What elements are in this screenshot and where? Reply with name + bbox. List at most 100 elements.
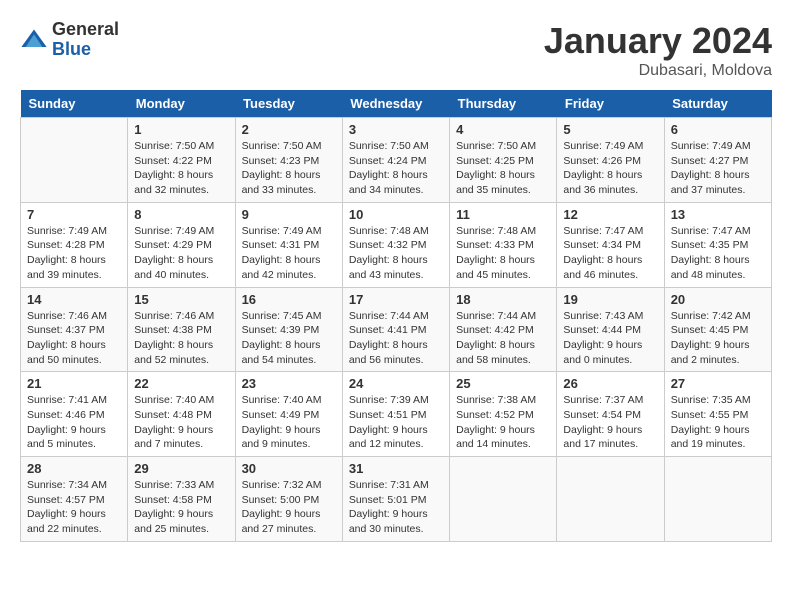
day-number: 18 (456, 292, 550, 307)
day-number: 24 (349, 376, 443, 391)
logo-blue: Blue (52, 40, 119, 60)
day-info: Sunrise: 7:48 AMSunset: 4:33 PMDaylight:… (456, 224, 550, 283)
day-info: Sunrise: 7:42 AMSunset: 4:45 PMDaylight:… (671, 309, 765, 368)
day-info: Sunrise: 7:40 AMSunset: 4:49 PMDaylight:… (242, 393, 336, 452)
calendar-cell: 1 Sunrise: 7:50 AMSunset: 4:22 PMDayligh… (128, 118, 235, 203)
calendar-cell: 14 Sunrise: 7:46 AMSunset: 4:37 PMDaylig… (21, 287, 128, 372)
calendar-cell (664, 457, 771, 542)
day-info: Sunrise: 7:50 AMSunset: 4:24 PMDaylight:… (349, 139, 443, 198)
calendar-cell: 28 Sunrise: 7:34 AMSunset: 4:57 PMDaylig… (21, 457, 128, 542)
title-area: January 2024 Dubasari, Moldova (544, 20, 772, 80)
day-info: Sunrise: 7:49 AMSunset: 4:27 PMDaylight:… (671, 139, 765, 198)
day-info: Sunrise: 7:47 AMSunset: 4:34 PMDaylight:… (563, 224, 657, 283)
location: Dubasari, Moldova (544, 62, 772, 80)
calendar-cell: 27 Sunrise: 7:35 AMSunset: 4:55 PMDaylig… (664, 372, 771, 457)
day-info: Sunrise: 7:50 AMSunset: 4:25 PMDaylight:… (456, 139, 550, 198)
calendar-cell: 29 Sunrise: 7:33 AMSunset: 4:58 PMDaylig… (128, 457, 235, 542)
day-number: 31 (349, 461, 443, 476)
day-number: 7 (27, 207, 121, 222)
calendar-cell: 8 Sunrise: 7:49 AMSunset: 4:29 PMDayligh… (128, 202, 235, 287)
day-number: 8 (134, 207, 228, 222)
calendar-week-row: 21 Sunrise: 7:41 AMSunset: 4:46 PMDaylig… (21, 372, 772, 457)
day-number: 13 (671, 207, 765, 222)
day-number: 19 (563, 292, 657, 307)
weekday-header: Thursday (450, 90, 557, 118)
calendar-cell: 3 Sunrise: 7:50 AMSunset: 4:24 PMDayligh… (342, 118, 449, 203)
day-info: Sunrise: 7:34 AMSunset: 4:57 PMDaylight:… (27, 478, 121, 537)
day-number: 21 (27, 376, 121, 391)
weekday-header-row: SundayMondayTuesdayWednesdayThursdayFrid… (21, 90, 772, 118)
calendar-cell (21, 118, 128, 203)
day-info: Sunrise: 7:41 AMSunset: 4:46 PMDaylight:… (27, 393, 121, 452)
day-info: Sunrise: 7:50 AMSunset: 4:22 PMDaylight:… (134, 139, 228, 198)
calendar-cell: 11 Sunrise: 7:48 AMSunset: 4:33 PMDaylig… (450, 202, 557, 287)
day-number: 9 (242, 207, 336, 222)
logo-icon (20, 26, 48, 54)
month-title: January 2024 (544, 20, 772, 62)
day-info: Sunrise: 7:37 AMSunset: 4:54 PMDaylight:… (563, 393, 657, 452)
day-number: 29 (134, 461, 228, 476)
calendar-cell: 6 Sunrise: 7:49 AMSunset: 4:27 PMDayligh… (664, 118, 771, 203)
day-number: 1 (134, 122, 228, 137)
page-header: General Blue January 2024 Dubasari, Mold… (20, 20, 772, 80)
day-info: Sunrise: 7:32 AMSunset: 5:00 PMDaylight:… (242, 478, 336, 537)
day-info: Sunrise: 7:45 AMSunset: 4:39 PMDaylight:… (242, 309, 336, 368)
day-info: Sunrise: 7:33 AMSunset: 4:58 PMDaylight:… (134, 478, 228, 537)
day-number: 15 (134, 292, 228, 307)
day-number: 16 (242, 292, 336, 307)
day-number: 27 (671, 376, 765, 391)
calendar-cell: 2 Sunrise: 7:50 AMSunset: 4:23 PMDayligh… (235, 118, 342, 203)
logo-text: General Blue (52, 20, 119, 60)
calendar-cell: 20 Sunrise: 7:42 AMSunset: 4:45 PMDaylig… (664, 287, 771, 372)
day-info: Sunrise: 7:49 AMSunset: 4:29 PMDaylight:… (134, 224, 228, 283)
day-info: Sunrise: 7:39 AMSunset: 4:51 PMDaylight:… (349, 393, 443, 452)
calendar-cell (557, 457, 664, 542)
calendar-cell: 7 Sunrise: 7:49 AMSunset: 4:28 PMDayligh… (21, 202, 128, 287)
day-info: Sunrise: 7:47 AMSunset: 4:35 PMDaylight:… (671, 224, 765, 283)
day-number: 2 (242, 122, 336, 137)
calendar-week-row: 28 Sunrise: 7:34 AMSunset: 4:57 PMDaylig… (21, 457, 772, 542)
day-info: Sunrise: 7:46 AMSunset: 4:38 PMDaylight:… (134, 309, 228, 368)
day-number: 28 (27, 461, 121, 476)
calendar-week-row: 14 Sunrise: 7:46 AMSunset: 4:37 PMDaylig… (21, 287, 772, 372)
weekday-header: Friday (557, 90, 664, 118)
calendar-table: SundayMondayTuesdayWednesdayThursdayFrid… (20, 90, 772, 542)
day-number: 26 (563, 376, 657, 391)
day-info: Sunrise: 7:48 AMSunset: 4:32 PMDaylight:… (349, 224, 443, 283)
day-info: Sunrise: 7:44 AMSunset: 4:42 PMDaylight:… (456, 309, 550, 368)
weekday-header: Tuesday (235, 90, 342, 118)
day-number: 30 (242, 461, 336, 476)
calendar-cell: 9 Sunrise: 7:49 AMSunset: 4:31 PMDayligh… (235, 202, 342, 287)
day-number: 3 (349, 122, 443, 137)
calendar-week-row: 7 Sunrise: 7:49 AMSunset: 4:28 PMDayligh… (21, 202, 772, 287)
day-info: Sunrise: 7:43 AMSunset: 4:44 PMDaylight:… (563, 309, 657, 368)
day-info: Sunrise: 7:49 AMSunset: 4:31 PMDaylight:… (242, 224, 336, 283)
logo-general: General (52, 20, 119, 40)
day-number: 4 (456, 122, 550, 137)
day-number: 17 (349, 292, 443, 307)
calendar-cell: 5 Sunrise: 7:49 AMSunset: 4:26 PMDayligh… (557, 118, 664, 203)
day-info: Sunrise: 7:46 AMSunset: 4:37 PMDaylight:… (27, 309, 121, 368)
weekday-header: Saturday (664, 90, 771, 118)
day-number: 23 (242, 376, 336, 391)
day-info: Sunrise: 7:49 AMSunset: 4:26 PMDaylight:… (563, 139, 657, 198)
day-number: 5 (563, 122, 657, 137)
day-info: Sunrise: 7:40 AMSunset: 4:48 PMDaylight:… (134, 393, 228, 452)
calendar-cell (450, 457, 557, 542)
day-info: Sunrise: 7:44 AMSunset: 4:41 PMDaylight:… (349, 309, 443, 368)
day-number: 14 (27, 292, 121, 307)
day-number: 25 (456, 376, 550, 391)
calendar-cell: 23 Sunrise: 7:40 AMSunset: 4:49 PMDaylig… (235, 372, 342, 457)
calendar-cell: 24 Sunrise: 7:39 AMSunset: 4:51 PMDaylig… (342, 372, 449, 457)
day-number: 12 (563, 207, 657, 222)
weekday-header: Monday (128, 90, 235, 118)
day-info: Sunrise: 7:31 AMSunset: 5:01 PMDaylight:… (349, 478, 443, 537)
calendar-cell: 31 Sunrise: 7:31 AMSunset: 5:01 PMDaylig… (342, 457, 449, 542)
calendar-cell: 12 Sunrise: 7:47 AMSunset: 4:34 PMDaylig… (557, 202, 664, 287)
day-info: Sunrise: 7:35 AMSunset: 4:55 PMDaylight:… (671, 393, 765, 452)
day-info: Sunrise: 7:49 AMSunset: 4:28 PMDaylight:… (27, 224, 121, 283)
calendar-cell: 25 Sunrise: 7:38 AMSunset: 4:52 PMDaylig… (450, 372, 557, 457)
calendar-cell: 26 Sunrise: 7:37 AMSunset: 4:54 PMDaylig… (557, 372, 664, 457)
calendar-week-row: 1 Sunrise: 7:50 AMSunset: 4:22 PMDayligh… (21, 118, 772, 203)
day-number: 22 (134, 376, 228, 391)
